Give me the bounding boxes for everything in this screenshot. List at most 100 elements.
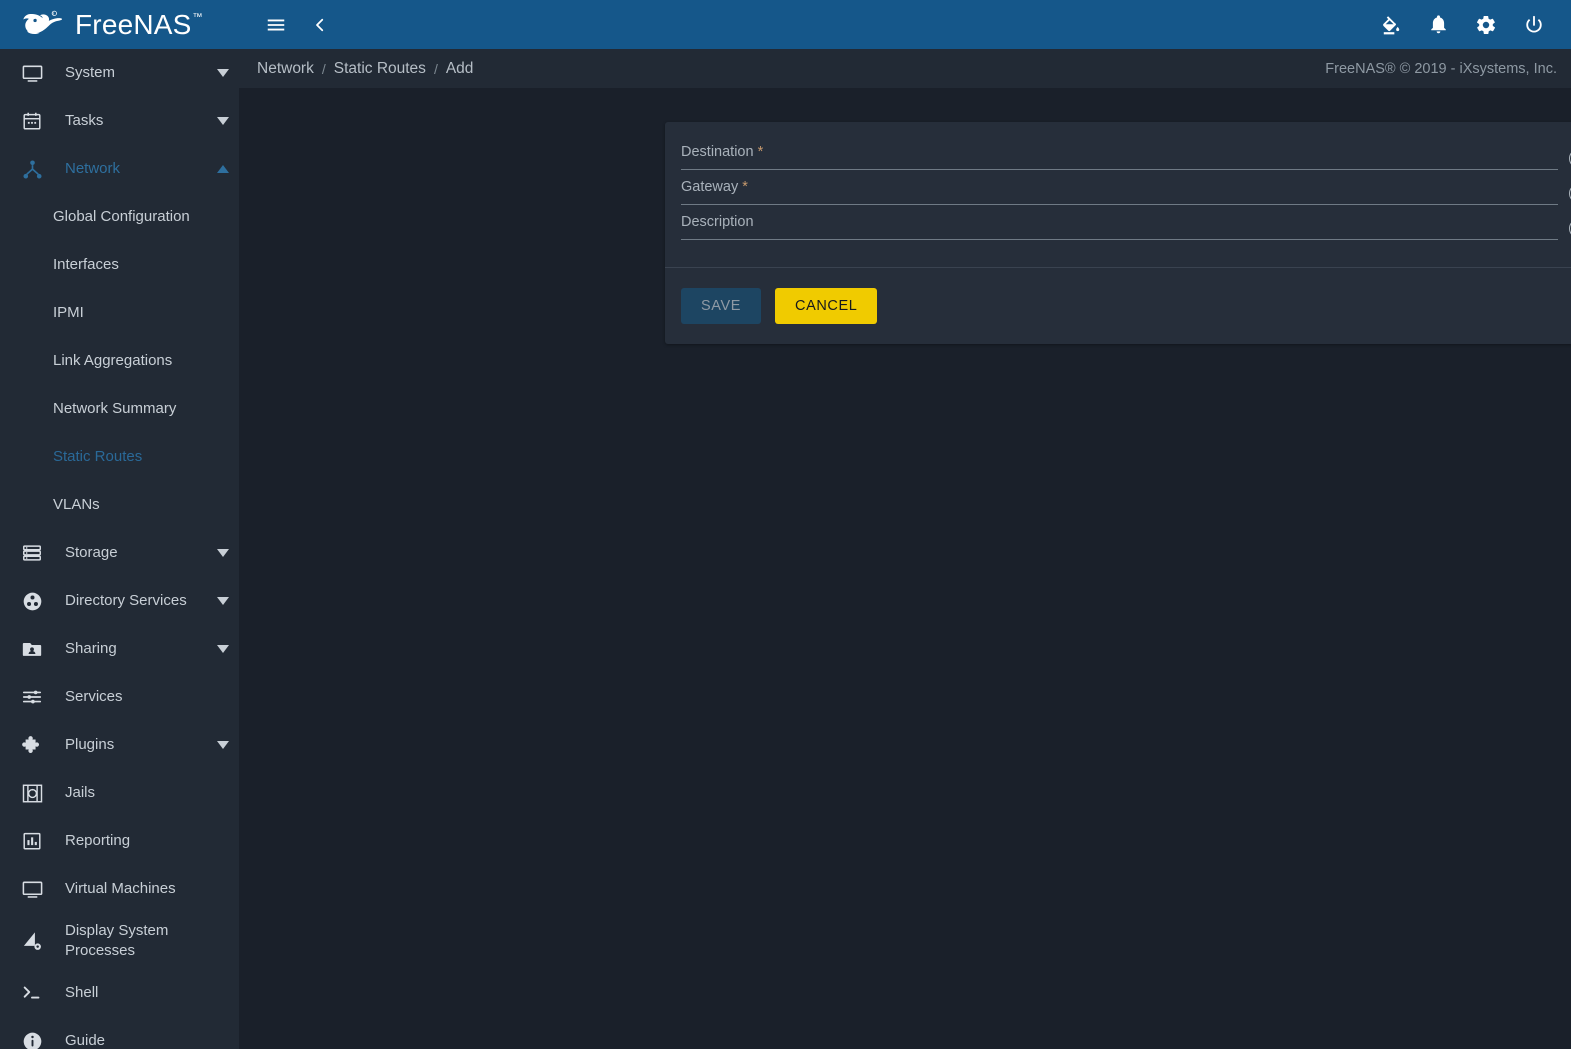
sidebar-item-label: Link Aggregations	[53, 351, 173, 369]
directory-icon	[12, 590, 52, 613]
sidebar-item-label: Plugins	[65, 735, 115, 753]
brand-logo-area[interactable]: R FreeNAS ™	[0, 0, 239, 49]
destination-input-wrap[interactable]: Destination *	[681, 144, 1558, 170]
destination-label: Destination *	[681, 144, 1558, 160]
sidebar-item-label: Sharing	[65, 639, 117, 657]
breadcrumb-item-network[interactable]: Network	[257, 60, 314, 78]
gateway-label: Gateway *	[681, 179, 1558, 195]
copyright-text: FreeNAS® © 2019 - iXsystems, Inc.	[1325, 60, 1557, 77]
sidebar-item-label: Tasks	[65, 111, 104, 129]
description-input-wrap[interactable]: Description	[681, 214, 1558, 240]
sidebar-item-global-configuration[interactable]: Global Configuration	[0, 193, 239, 241]
info-icon	[12, 1030, 52, 1049]
sidebar-nav: System Tasks Network Global Configuratio…	[0, 49, 239, 1049]
storage-icon	[12, 542, 52, 564]
form-fields: Destination * ? Gateway *	[665, 122, 1571, 267]
sidebar-item-label: Virtual Machines	[65, 879, 176, 897]
destination-label-text: Destination	[681, 144, 754, 160]
gear-icon[interactable]	[1471, 10, 1501, 40]
field-destination: Destination * ?	[681, 144, 1571, 170]
field-description: Description ?	[681, 214, 1571, 240]
sidebar-item-label: Jails	[65, 783, 96, 801]
main-content: Network / Static Routes / Add FreeNAS® ©…	[239, 49, 1571, 1049]
gateway-label-text: Gateway	[681, 179, 739, 195]
sidebar-item-network-summary[interactable]: Network Summary	[0, 385, 239, 433]
static-route-form-card: Destination * ? Gateway *	[665, 122, 1571, 344]
sidebar-item-label: Display System Processes	[65, 921, 169, 959]
process-icon	[12, 930, 52, 953]
sidebar-item-label: Services	[65, 687, 123, 705]
page-body: Destination * ? Gateway *	[239, 88, 1571, 1049]
form-actions: SAVE CANCEL	[665, 268, 1571, 344]
hamburger-menu-icon[interactable]	[261, 10, 291, 40]
cancel-button[interactable]: CANCEL	[775, 288, 878, 324]
breadcrumb-separator: /	[321, 60, 326, 77]
destination-help-button[interactable]: ?	[1558, 149, 1571, 170]
monitor-icon	[12, 62, 52, 85]
chart-icon	[12, 830, 52, 852]
sidebar-item-static-routes[interactable]: Static Routes	[0, 433, 239, 481]
breadcrumb: Network / Static Routes / Add	[257, 60, 473, 78]
monitor-icon	[12, 878, 52, 901]
top-bar: R FreeNAS ™	[0, 0, 1571, 49]
chevron-down-icon	[207, 741, 239, 749]
sidebar-item-system[interactable]: System	[0, 49, 239, 97]
description-label: Description	[681, 214, 754, 230]
sidebar-item-interfaces[interactable]: Interfaces	[0, 241, 239, 289]
sidebar-item-label: Directory Services	[65, 591, 187, 609]
sidebar-item-label: Shell	[65, 983, 99, 1001]
sidebar-item-vlans[interactable]: VLANs	[0, 481, 239, 529]
save-button[interactable]: SAVE	[681, 288, 762, 324]
sidebar-item-ipmi[interactable]: IPMI	[0, 289, 239, 337]
sidebar-item-services[interactable]: Services	[0, 673, 239, 721]
power-icon[interactable]	[1519, 10, 1549, 40]
sidebar-item-label: System	[65, 63, 116, 81]
gateway-underline	[681, 204, 1558, 205]
chevron-left-icon[interactable]	[305, 10, 335, 40]
breadcrumb-bar: Network / Static Routes / Add FreeNAS® ©…	[239, 49, 1571, 88]
chevron-down-icon	[207, 597, 239, 605]
sidebar-item-label: Network Summary	[53, 399, 177, 417]
sidebar-item-reporting[interactable]: Reporting	[0, 817, 239, 865]
freenas-app: R FreeNAS ™ System Tasks Network Global …	[0, 0, 1571, 1049]
sidebar-item-label: Global Configuration	[53, 207, 190, 225]
sidebar-item-storage[interactable]: Storage	[0, 529, 239, 577]
sidebar-item-tasks[interactable]: Tasks	[0, 97, 239, 145]
required-marker: *	[757, 144, 764, 160]
sidebar-item-guide[interactable]: Guide	[0, 1017, 239, 1049]
chevron-down-icon	[207, 549, 239, 557]
sidebar-item-label: Interfaces	[53, 255, 119, 273]
gateway-input-wrap[interactable]: Gateway *	[681, 179, 1558, 205]
description-underline	[681, 239, 1558, 240]
sidebar-item-shell[interactable]: Shell	[0, 969, 239, 1017]
sidebar-item-jails[interactable]: Jails	[0, 769, 239, 817]
sidebar-item-virtual-machines[interactable]: Virtual Machines	[0, 865, 239, 913]
destination-underline	[681, 169, 1558, 170]
sharing-icon	[12, 638, 52, 660]
sidebar-item-link-aggregations[interactable]: Link Aggregations	[0, 337, 239, 385]
sidebar-item-network[interactable]: Network	[0, 145, 239, 193]
sidebar-item-label: Storage	[65, 543, 118, 561]
breadcrumb-separator: /	[433, 60, 438, 77]
description-help-button[interactable]: ?	[1558, 219, 1571, 240]
breadcrumb-item-static-routes[interactable]: Static Routes	[334, 60, 426, 78]
puzzle-icon	[12, 734, 52, 757]
bell-icon[interactable]	[1423, 10, 1453, 40]
gateway-help-button[interactable]: ?	[1558, 184, 1571, 205]
breadcrumb-item-add: Add	[445, 59, 474, 77]
sidebar-item-plugins[interactable]: Plugins	[0, 721, 239, 769]
required-marker: *	[742, 179, 748, 195]
sidebar-item-label: Reporting	[65, 831, 131, 849]
sidebar-item-label: Static Routes	[53, 447, 143, 465]
sidebar-item-directory-services[interactable]: Directory Services	[0, 577, 239, 625]
sidebar-item-label: VLANs	[53, 495, 100, 513]
jail-icon	[12, 782, 52, 805]
chevron-down-icon	[207, 69, 239, 77]
field-gateway: Gateway * ?	[681, 179, 1571, 205]
topbar-left-controls	[239, 10, 335, 40]
calendar-icon	[12, 110, 52, 132]
theme-fill-icon[interactable]	[1375, 10, 1405, 40]
sidebar-item-sharing[interactable]: Sharing	[0, 625, 239, 673]
sidebar-item-label: IPMI	[53, 303, 84, 321]
sidebar-item-display-system-processes[interactable]: Display System Processes	[0, 913, 239, 969]
